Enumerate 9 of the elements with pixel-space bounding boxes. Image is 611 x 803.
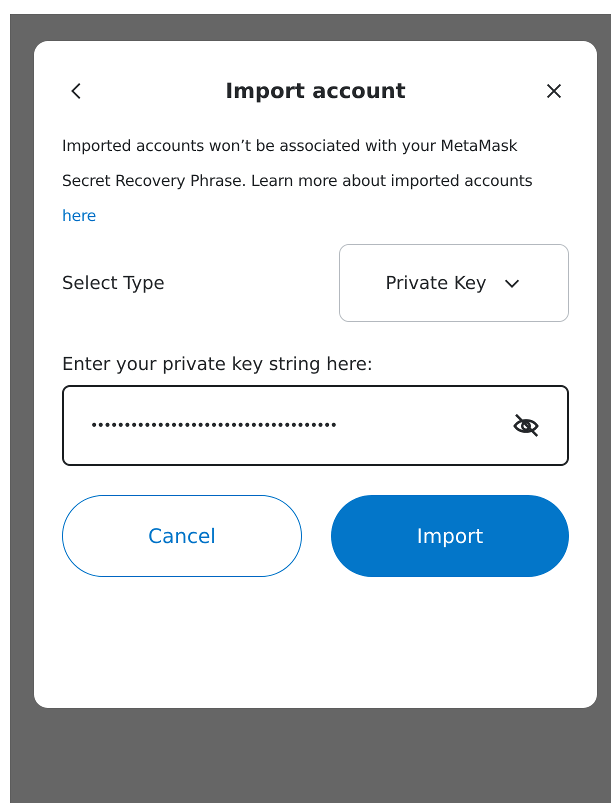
import-button[interactable]: Import: [331, 495, 569, 577]
dialog-title: Import account: [225, 79, 406, 103]
cancel-button[interactable]: Cancel: [62, 495, 302, 577]
notice-text: Imported accounts won’t be associated with your MetaMask Secret Recovery Phrase. Learn more about imported accounts here: [62, 136, 534, 227]
field-label: Select Type: [62, 272, 165, 294]
help-link[interactable]: here: [62, 207, 96, 225]
field-label: Enter your private key string here:: [62, 354, 374, 375]
private-key-field[interactable]: •••••••••••••••••••••••••••••••••••••: [62, 385, 569, 466]
type-dropdown[interactable]: Private Key: [339, 244, 569, 322]
